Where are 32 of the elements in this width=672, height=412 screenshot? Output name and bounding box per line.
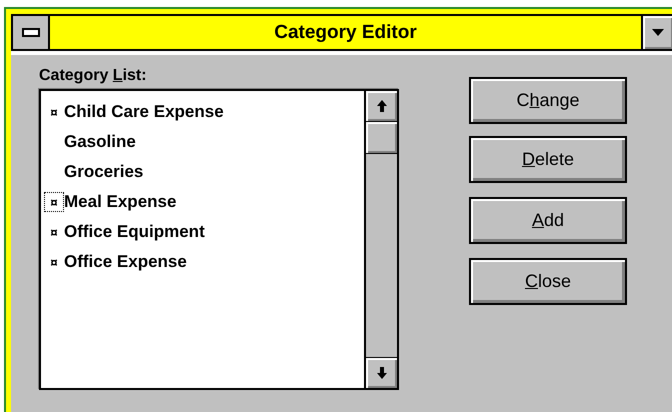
list-item[interactable]: ¤ Meal Expense (41, 187, 364, 217)
scroll-thumb[interactable] (366, 122, 397, 154)
dialog-button[interactable]: Add (469, 197, 627, 244)
marker-icon: ¤ (50, 104, 58, 120)
list-item[interactable]: Gasoline (41, 127, 364, 157)
dialog-button[interactable]: Delete (469, 136, 627, 183)
dropdown-button[interactable] (641, 16, 672, 49)
up-arrow-icon (376, 100, 386, 112)
item-label: Office Equipment (64, 222, 205, 242)
list-item[interactable]: Groceries (41, 157, 364, 187)
list-item[interactable]: ¤ Child Care Expense (41, 97, 364, 127)
scrollbar[interactable] (364, 91, 397, 388)
scroll-up-button[interactable] (366, 91, 397, 122)
item-label: Office Expense (64, 252, 187, 272)
dialog-button[interactable]: Change (469, 77, 627, 124)
list-label: Category List: (39, 67, 148, 85)
down-arrow-icon (376, 367, 386, 379)
window-title: Category Editor (273, 20, 418, 44)
item-label: Gasoline (64, 132, 136, 152)
dialog-button[interactable]: Close (469, 258, 627, 305)
marker-icon: ¤ (50, 254, 58, 270)
list-item[interactable]: ¤ Office Expense (41, 247, 364, 277)
item-label: Groceries (64, 162, 144, 182)
marker-icon: ¤ (50, 194, 58, 210)
scroll-down-button[interactable] (366, 357, 397, 388)
system-menu-button[interactable] (13, 16, 50, 49)
marker-icon: ¤ (50, 224, 58, 240)
item-label: Child Care Expense (64, 102, 224, 122)
list-item[interactable]: ¤ Office Equipment (41, 217, 364, 247)
category-listbox[interactable]: ¤ Child Care Expense Gasoline Groceries ¤ Meal Expense ¤ Office Equipment ¤ Office Expense (39, 89, 399, 390)
item-label: Meal Expense (64, 192, 176, 212)
down-arrow-icon (652, 29, 664, 36)
